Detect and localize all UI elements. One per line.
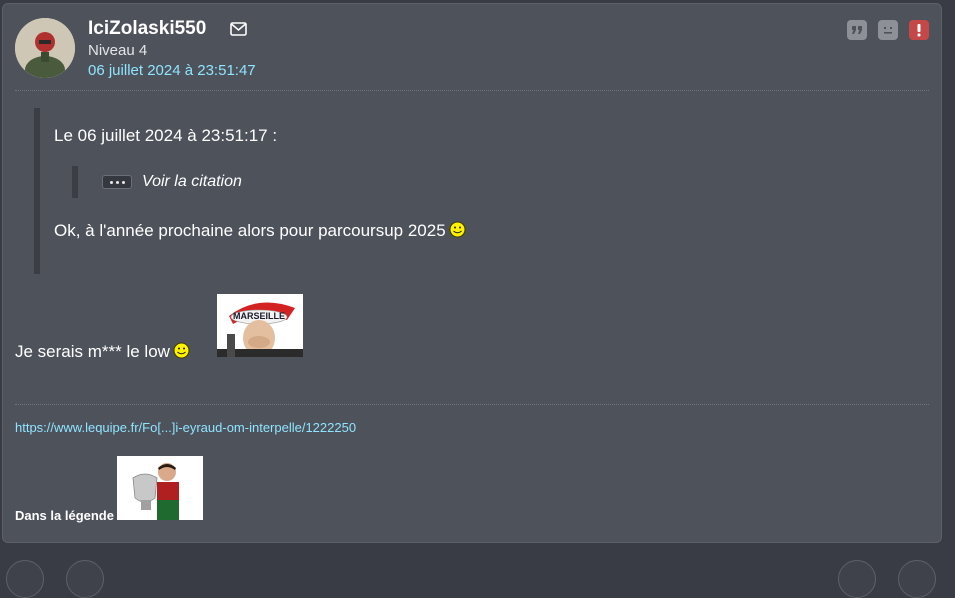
header-divider [15,90,929,91]
quote-text-content: Ok, à l'année prochaine alors pour parco… [54,221,446,240]
avatar[interactable] [15,18,75,78]
quote-text: Ok, à l'année prochaine alors pour parco… [54,221,466,241]
smiley-icon [173,342,190,359]
post-actions [847,20,929,40]
signature-divider [15,404,929,405]
signature-link[interactable]: https://www.lequipe.fr/Fo[...]i-eyraud-o… [15,420,356,435]
nested-quote: Voir la citation [72,166,242,198]
message-text: Je serais m*** le low [15,342,190,362]
quote-icon[interactable] [847,20,867,40]
sticker-caption: MARSEILLE [233,311,285,321]
avatar-image [15,18,75,78]
nav-button[interactable] [838,560,876,598]
see-quote-link[interactable]: Voir la citation [142,173,242,191]
forum-post: IciZolaski550 Niveau 4 06 juillet 2024 à… [2,3,942,543]
expand-quote-button[interactable] [102,175,132,189]
post-date-link[interactable]: 06 juillet 2024 à 23:51:47 [88,62,256,79]
mail-icon[interactable] [230,22,247,36]
nav-button[interactable] [6,560,44,598]
quote-header: Le 06 juillet 2024 à 23:51:17 : [54,126,278,145]
sad-face-icon[interactable] [878,20,898,40]
sticker-trophy[interactable] [117,456,203,520]
report-icon[interactable] [909,20,929,40]
message-content: Je serais m*** le low [15,342,170,361]
username[interactable]: IciZolaski550 [88,18,206,40]
sticker-marseille[interactable]: MARSEILLE [217,294,303,357]
nav-button[interactable] [898,560,936,598]
signature-text: Dans la légende [15,508,114,523]
smiley-icon [449,221,466,238]
user-level: Niveau 4 [88,42,148,59]
nav-button[interactable] [66,560,104,598]
quote-block: Le 06 juillet 2024 à 23:51:17 : Voir la … [34,108,920,274]
